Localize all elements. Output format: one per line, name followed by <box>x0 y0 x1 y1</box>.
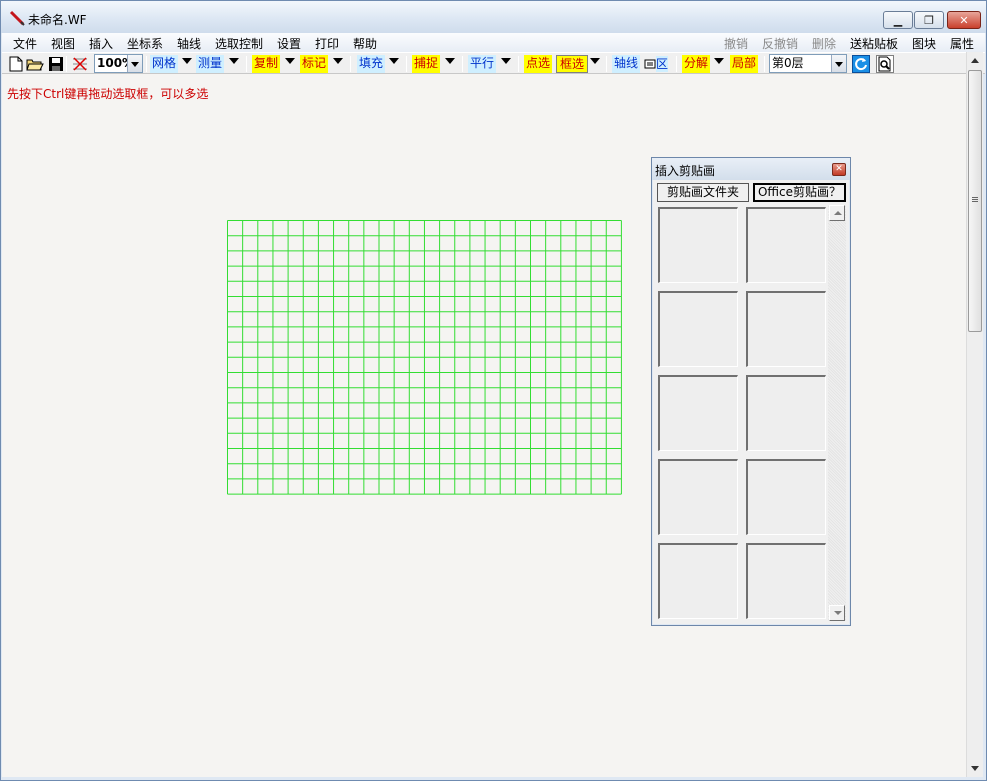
box-select-dropdown-icon[interactable] <box>590 58 600 64</box>
menu-delete[interactable]: 删除 <box>812 35 836 52</box>
clipart-panel-titlebar[interactable]: 插入剪贴画 ✕ <box>652 158 850 180</box>
clipart-thumbnail[interactable] <box>658 375 738 451</box>
minimize-button[interactable]: ▁ <box>883 11 913 29</box>
point-select-button[interactable]: 点选 <box>524 55 553 73</box>
box-select-button[interactable]: 框选 <box>556 55 589 73</box>
close-button[interactable]: ✕ <box>947 11 981 29</box>
insert-clipart-panel: 插入剪贴画 ✕ 剪贴画文件夹 Office剪贴画？ <box>651 157 851 626</box>
title-bar[interactable]: 未命名.WF ▁ ❐ ✕ <box>1 1 986 33</box>
mark-dropdown-icon[interactable] <box>333 58 343 64</box>
save-disk-icon[interactable] <box>47 55 65 73</box>
maximize-button[interactable]: ❐ <box>914 11 944 29</box>
clipart-scroll-up-button[interactable] <box>829 205 845 221</box>
scroll-thumb[interactable] <box>968 70 982 332</box>
menu-print[interactable]: 打印 <box>315 35 339 52</box>
region-label: 区 <box>656 56 669 72</box>
clipart-panel-title: 插入剪贴画 <box>655 164 716 178</box>
close-icon[interactable]: ✕ <box>832 163 846 176</box>
menu-settings[interactable]: 设置 <box>277 35 301 52</box>
grid-dropdown-icon[interactable] <box>182 58 192 64</box>
menu-axis[interactable]: 轴线 <box>177 35 201 52</box>
window-title: 未命名.WF <box>28 13 87 27</box>
clipart-thumbnail[interactable] <box>746 291 826 367</box>
app-window: 未命名.WF ▁ ❐ ✕ 文件 视图 插入 坐标系 轴线 选取控制 设置 打印 … <box>0 0 987 781</box>
menu-redo[interactable]: 反撤销 <box>762 35 798 52</box>
open-folder-icon[interactable] <box>26 55 44 73</box>
restore-icon: ❐ <box>924 13 934 27</box>
mark-button[interactable]: 标记 <box>300 55 329 73</box>
clipart-scrollbar[interactable] <box>828 205 846 621</box>
menu-send-clipboard[interactable]: 送粘贴板 <box>850 35 898 52</box>
clipart-thumbnail[interactable] <box>746 459 826 535</box>
minimize-icon: ▁ <box>893 13 903 27</box>
clipart-scroll-down-button[interactable] <box>829 605 845 621</box>
parallel-dropdown-icon[interactable] <box>501 58 511 64</box>
close-icon: ✕ <box>959 13 969 27</box>
local-button[interactable]: 局部 <box>730 55 759 73</box>
layer-select[interactable]: 第0层 <box>769 54 847 73</box>
explode-button[interactable]: 分解 <box>682 55 711 73</box>
parallel-button[interactable]: 平行 <box>468 55 497 73</box>
clipart-thumbnail-list <box>656 205 846 621</box>
zoom-select[interactable]: 100% <box>94 54 143 73</box>
grid-snap-icon[interactable] <box>71 55 89 73</box>
menu-file[interactable]: 文件 <box>13 35 37 52</box>
menu-coordinate[interactable]: 坐标系 <box>127 35 163 52</box>
clipart-thumbnail[interactable] <box>746 207 826 283</box>
menu-undo[interactable]: 撤销 <box>724 35 748 52</box>
fill-dropdown-icon[interactable] <box>389 58 399 64</box>
menu-properties[interactable]: 属性 <box>950 35 974 52</box>
region-print-icon <box>644 59 656 69</box>
scroll-up-button[interactable] <box>967 52 983 69</box>
hint-text: 先按下Ctrl键再拖动选取框，可以多选 <box>7 87 209 101</box>
grid-drawing[interactable] <box>227 220 623 495</box>
copy-dropdown-icon[interactable] <box>285 58 295 64</box>
clipart-thumbnail[interactable] <box>658 207 738 283</box>
menu-view[interactable]: 视图 <box>51 35 75 52</box>
refresh-icon[interactable] <box>852 55 870 73</box>
clipart-thumbnail[interactable] <box>658 459 738 535</box>
menu-block[interactable]: 图块 <box>912 35 936 52</box>
clipart-thumbnail[interactable] <box>746 543 826 619</box>
menu-insert[interactable]: 插入 <box>89 35 113 52</box>
toolbar: 100% 网格 测量 复制 标记 填充 捕捉 平行 点选 框选 轴线 区 分解 <box>2 52 985 74</box>
pencil-icon <box>9 10 25 26</box>
clipart-thumbnail[interactable] <box>746 375 826 451</box>
clipart-folder-tab[interactable]: 剪贴画文件夹 <box>657 183 749 202</box>
menu-help[interactable]: 帮助 <box>353 35 377 52</box>
scroll-down-button[interactable] <box>967 760 983 777</box>
office-clipart-tab[interactable]: Office剪贴画？ <box>753 183 846 202</box>
axis-button[interactable]: 轴线 <box>612 55 641 73</box>
measure-dropdown-icon[interactable] <box>229 58 239 64</box>
region-button[interactable]: 区 <box>644 55 669 73</box>
menu-bar: 文件 视图 插入 坐标系 轴线 选取控制 设置 打印 帮助 撤销 反撤销 删除 … <box>2 33 985 52</box>
snap-button[interactable]: 捕捉 <box>412 55 441 73</box>
new-file-icon[interactable] <box>7 55 25 73</box>
fill-button[interactable]: 填充 <box>357 55 386 73</box>
clipart-thumbnail[interactable] <box>658 543 738 619</box>
measure-button[interactable]: 测量 <box>196 55 225 73</box>
print-preview-icon[interactable] <box>876 55 894 73</box>
grid-button[interactable]: 网格 <box>150 55 179 73</box>
clipart-thumbnail[interactable] <box>658 291 738 367</box>
copy-button[interactable]: 复制 <box>252 55 281 73</box>
layer-value: 第0层 <box>772 56 804 70</box>
snap-dropdown-icon[interactable] <box>445 58 455 64</box>
vertical-scrollbar[interactable] <box>966 52 983 777</box>
explode-dropdown-icon[interactable] <box>714 58 724 64</box>
menu-selection[interactable]: 选取控制 <box>215 35 263 52</box>
